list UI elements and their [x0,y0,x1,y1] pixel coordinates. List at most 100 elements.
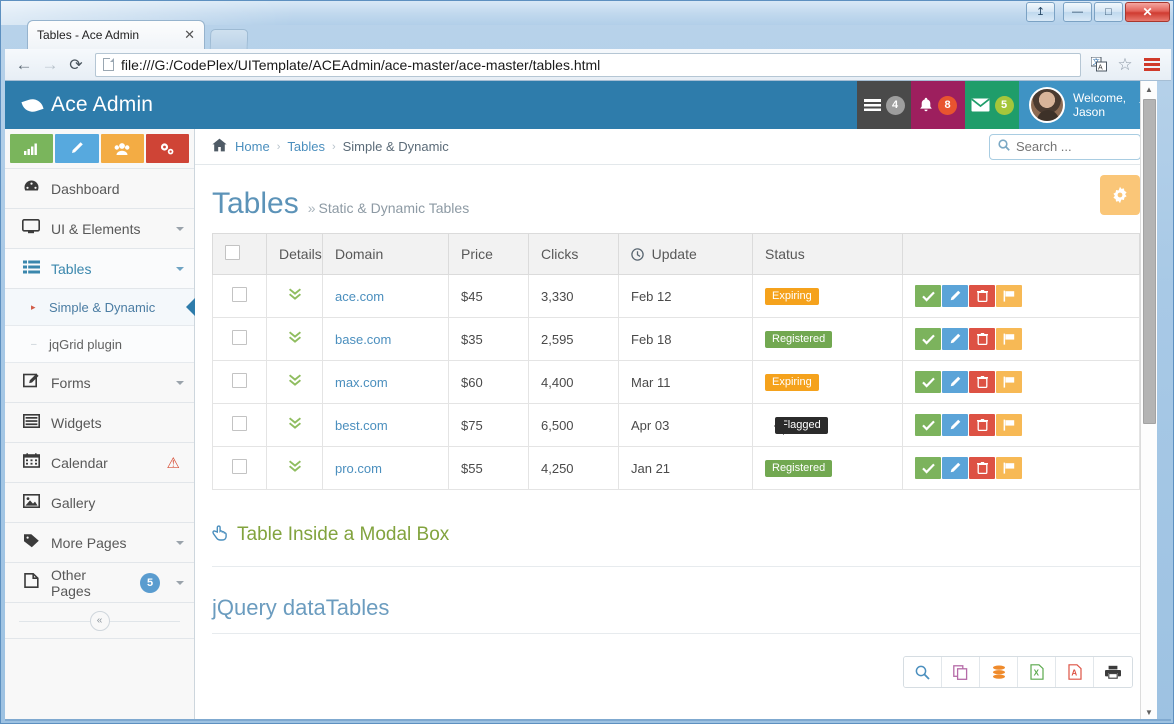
actions-cell [903,361,1140,404]
search-button[interactable] [904,657,942,687]
flag-button[interactable] [996,285,1022,307]
edit-button[interactable] [942,285,968,307]
th-clicks[interactable]: Clicks [529,234,619,275]
breadcrumb-link-home[interactable]: Home [235,139,270,154]
excel-button[interactable]: X [1018,657,1056,687]
table-row: pro.com$554,250Jan 21Registered [213,447,1140,490]
row-checkbox[interactable] [232,373,247,388]
delete-button[interactable] [969,285,995,307]
row-checkbox[interactable] [232,330,247,345]
delete-button[interactable] [969,414,995,436]
row-select-cell [213,318,267,361]
new-tab-button[interactable] [210,29,249,49]
pdf-icon: A [1068,664,1082,680]
flag-button[interactable] [996,414,1022,436]
navbar-notifications-button[interactable]: 8 [911,81,965,129]
group-icon [114,142,130,156]
modal-box-link[interactable]: Table Inside a Modal Box [212,524,449,546]
th-domain[interactable]: Domain [323,234,449,275]
print-button[interactable] [1094,657,1132,687]
sidebar-item-widgets[interactable]: Widgets [5,403,194,443]
clicks-cell: 2,595 [529,318,619,361]
quick-action-cogs[interactable] [146,134,189,163]
approve-button[interactable] [915,414,941,436]
th-status[interactable]: Status [753,234,903,275]
scroll-up-arrow[interactable]: ▲ [1141,81,1157,98]
sidebar-item-simple-dynamic[interactable]: ▸ Simple & Dynamic [5,289,194,326]
row-checkbox[interactable] [232,416,247,431]
approve-button[interactable] [915,371,941,393]
star-icon[interactable]: ☆ [1113,53,1137,77]
sidebar-item-gallery[interactable]: Gallery [5,483,194,523]
nav-search-box[interactable] [989,134,1141,160]
pdf-button[interactable]: A [1056,657,1094,687]
home-icon[interactable] [212,138,227,156]
navbar-tasks-button[interactable]: 4 [857,81,911,129]
hand-pointer-icon [212,525,229,546]
breadcrumb-link-tables[interactable]: Tables [287,139,325,154]
sidebar-item-dashboard[interactable]: Dashboard [5,169,194,209]
sidebar-collapse-button[interactable]: « [90,611,110,631]
domain-link[interactable]: best.com [335,418,388,433]
flag-button[interactable] [996,457,1022,479]
sidebar-item-forms[interactable]: Forms [5,363,194,403]
approve-button[interactable] [915,457,941,479]
sidebar-item-more-pages[interactable]: More Pages [5,523,194,563]
details-toggle-icon[interactable] [288,460,302,476]
edit-button[interactable] [942,414,968,436]
domain-link[interactable]: ace.com [335,289,384,304]
th-price[interactable]: Price [449,234,529,275]
tab-close-icon[interactable]: ✕ [181,27,198,43]
edit-button[interactable] [942,457,968,479]
details-toggle-icon[interactable] [288,331,302,347]
th-details[interactable]: Details [267,234,323,275]
sidebar-item-tables[interactable]: Tables [5,249,194,289]
reload-icon[interactable]: ⟳ [63,55,89,75]
sidebar-item-jqgrid-plugin[interactable]: – jqGrid plugin [5,326,194,363]
delete-button[interactable] [969,371,995,393]
row-checkbox[interactable] [232,459,247,474]
domain-link[interactable]: base.com [335,332,391,347]
tab-title: Tables - Ace Admin [37,28,174,42]
settings-button[interactable] [1100,175,1140,215]
copy-button[interactable] [942,657,980,687]
th-actions [903,234,1140,275]
domain-link[interactable]: max.com [335,375,388,390]
page-scrollbar[interactable]: ▲ ▼ [1140,81,1157,721]
th-update[interactable]: Update [619,234,753,275]
details-toggle-icon[interactable] [288,374,302,390]
domain-link[interactable]: pro.com [335,461,382,476]
menu-icon[interactable] [1139,58,1165,71]
browser-tab[interactable]: Tables - Ace Admin ✕ [27,20,205,49]
address-bar[interactable]: file:///G:/CodePlex/UITemplate/ACEAdmin/… [95,53,1081,77]
edit-button[interactable] [942,328,968,350]
quick-action-group[interactable] [101,134,144,163]
user-menu[interactable]: Welcome, Jason [1019,81,1157,129]
approve-button[interactable] [915,285,941,307]
delete-button[interactable] [969,328,995,350]
delete-button[interactable] [969,457,995,479]
forward-icon[interactable]: → [37,55,63,75]
flag-button[interactable] [996,371,1022,393]
search-input[interactable] [1016,139,1132,154]
scrollbar-thumb[interactable] [1143,99,1156,424]
brand-logo[interactable]: Ace Admin [5,81,195,129]
quick-action-edit[interactable] [55,134,98,163]
navbar-messages-button[interactable]: 5 [965,81,1019,129]
quick-action-signal[interactable] [10,134,53,163]
sidebar-item-other-pages[interactable]: Other Pages 5 [5,563,194,603]
flag-button[interactable] [996,328,1022,350]
translate-icon[interactable]: 文 A [1087,53,1111,77]
sidebar-item-ui-elements[interactable]: UI & Elements [5,209,194,249]
select-all-checkbox[interactable] [225,245,240,260]
approve-button[interactable] [915,328,941,350]
notifications-badge: 8 [938,96,957,115]
back-icon[interactable]: ← [11,55,37,75]
sidebar-quick-actions [5,129,194,163]
details-toggle-icon[interactable] [288,417,302,433]
edit-button[interactable] [942,371,968,393]
sidebar-item-calendar[interactable]: Calendar ⚠ [5,443,194,483]
details-toggle-icon[interactable] [288,288,302,304]
row-checkbox[interactable] [232,287,247,302]
database-button[interactable] [980,657,1018,687]
